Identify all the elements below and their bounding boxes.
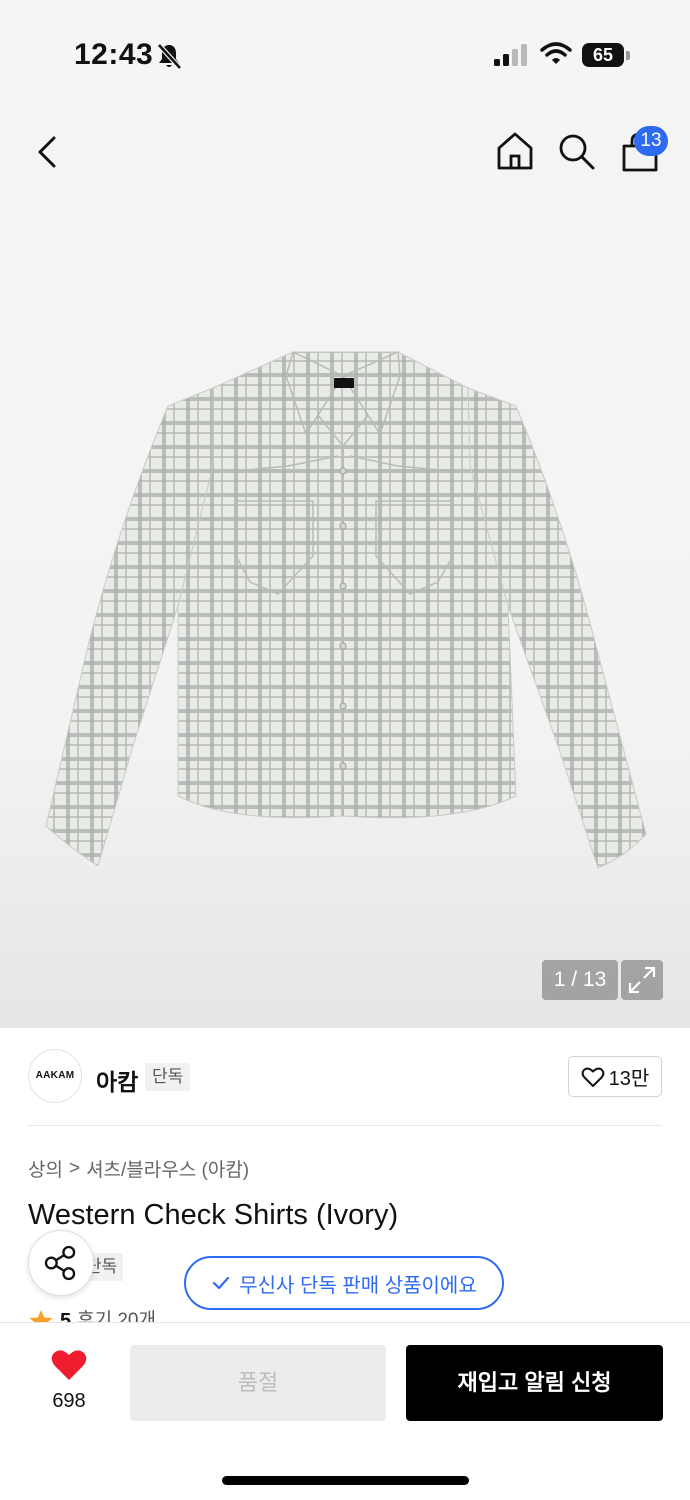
exclusive-banner-text: 무신사 단독 판매 상품이에요: [239, 1274, 477, 1297]
breadcrumb-subcategory[interactable]: 셔츠/블라우스 (아캄): [86, 1155, 249, 1182]
breadcrumb-category[interactable]: 상의: [28, 1155, 63, 1182]
home-icon[interactable]: [494, 130, 536, 172]
check-icon: [213, 1276, 230, 1290]
search-icon[interactable]: [556, 130, 596, 172]
product-gallery[interactable]: 12:43 65 13 1 / 13: [0, 0, 690, 1028]
heart-filled-icon[interactable]: [50, 1348, 88, 1382]
share-icon: [44, 1245, 76, 1281]
exclusive-sale-banner[interactable]: 무신사 단독 판매 상품이에요: [184, 1256, 504, 1310]
back-icon[interactable]: [30, 132, 66, 172]
signal-icon: [494, 44, 527, 66]
bell-slash-icon: [157, 43, 182, 70]
brand-exclusive-tag: 단독: [145, 1063, 191, 1091]
brand-like-count: 13만: [608, 1068, 650, 1090]
share-button[interactable]: [28, 1230, 94, 1296]
expand-icon[interactable]: [621, 960, 663, 1000]
product-image: [45, 350, 647, 869]
wifi-icon: [540, 42, 572, 64]
divider: [28, 1125, 662, 1126]
chevron-right-icon: >: [68, 1157, 81, 1179]
status-bar: 12:43 65: [0, 0, 690, 110]
battery-tip: [626, 51, 630, 60]
brand-like-button[interactable]: 13만: [568, 1056, 662, 1097]
brand-name[interactable]: 아캄: [96, 1063, 138, 1097]
product-title: Western Check Shirts (Ivory): [28, 1199, 399, 1231]
soldout-button: 품절: [130, 1345, 386, 1421]
cart-count-badge: 13: [634, 126, 668, 156]
battery-indicator: 65: [582, 43, 624, 67]
wish-count: 698: [52, 1390, 86, 1412]
image-page-indicator: 1 / 13: [542, 960, 618, 1000]
heart-outline-icon: [581, 1067, 605, 1087]
home-indicator: [222, 1476, 469, 1485]
brand-logo[interactable]: AAKAM: [28, 1049, 82, 1103]
restock-alert-button[interactable]: 재입고 알림 신청: [406, 1345, 663, 1421]
status-time: 12:43: [74, 38, 154, 71]
breadcrumb: 상의 > 셔츠/블라우스 (아캄): [28, 1155, 249, 1182]
